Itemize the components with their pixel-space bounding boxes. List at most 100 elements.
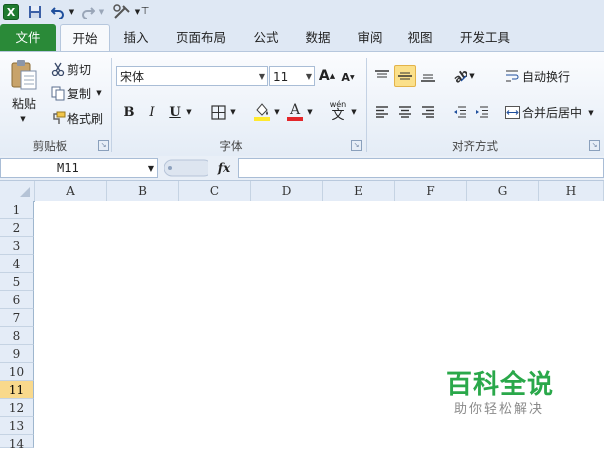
wrap-text-icon[interactable] [504,67,520,85]
borders-dropdown-icon[interactable]: ▼ [229,106,237,118]
bold-button[interactable]: B [120,102,138,122]
customize-icon[interactable] [112,2,132,21]
column-header[interactable]: G [467,181,539,201]
orientation-icon[interactable]: ab [450,65,468,87]
undo-icon[interactable] [50,2,66,21]
font-size-value: 11 [273,70,289,84]
font-color-icon[interactable]: A [285,100,305,122]
ribbon-home: 粘贴 ▼ 剪切 复制 ▼ 格式刷 剪贴板 ↘ 宋体 ▼ 11 ▼ A ▲ A ▼ B… [0,51,604,157]
format-painter-button[interactable]: 格式刷 [67,109,107,127]
redo-icon[interactable] [80,2,96,21]
copy-icon[interactable] [50,85,66,101]
align-middle-icon[interactable] [394,65,416,87]
merge-center-icon[interactable] [504,103,520,121]
orientation-dropdown-icon[interactable]: ▼ [468,70,476,82]
name-box[interactable]: M11 [0,158,158,178]
row-header[interactable]: 5 [0,273,34,291]
tab-formulas[interactable]: 公式 [244,24,288,51]
underline-button[interactable]: U [166,102,184,122]
align-bottom-icon[interactable] [417,65,439,87]
column-header[interactable]: B [107,181,179,201]
name-box-dropdown-icon[interactable]: ▼ [146,162,156,174]
merge-center-dropdown-icon[interactable]: ▼ [587,107,595,119]
more-icon[interactable]: ⊤ [140,2,150,21]
borders-icon[interactable] [208,102,228,122]
formula-bar-divider-icon[interactable] [164,159,208,177]
font-color-dropdown-icon[interactable]: ▼ [306,106,314,118]
row-header-selected[interactable]: 11 [0,381,34,399]
align-center-icon[interactable] [394,101,416,123]
select-all-button[interactable] [0,181,35,201]
fill-color-dropdown-icon[interactable]: ▼ [273,106,281,118]
underline-dropdown-icon[interactable]: ▼ [185,106,193,118]
italic-button[interactable]: I [143,102,161,122]
merge-center-button[interactable]: 合并后居中 [522,103,588,121]
formula-input[interactable] [238,158,604,178]
column-header[interactable]: H [539,181,604,201]
row-header[interactable]: 1 [0,201,34,219]
excel-logo-icon[interactable]: X [2,2,20,21]
cut-icon[interactable] [50,61,66,77]
copy-button[interactable]: 复制 [67,84,95,102]
row-header[interactable]: 4 [0,255,34,273]
column-header[interactable]: E [323,181,395,201]
group-divider [111,58,112,152]
fill-color-icon[interactable] [252,100,272,122]
row-header[interactable]: 14 [0,435,34,451]
phonetic-dropdown-icon[interactable]: ▼ [350,106,358,118]
column-header[interactable]: F [395,181,467,201]
alignment-launcher-icon[interactable]: ↘ [589,140,600,151]
row-header[interactable]: 7 [0,309,34,327]
grow-font-icon[interactable]: A ▲ [318,66,336,86]
watermark-subtitle: 助你轻松解决 [454,402,545,417]
paste-dropdown-icon[interactable]: ▼ [18,113,28,125]
tab-home[interactable]: 开始 [60,24,110,52]
redo-dropdown-icon[interactable]: ▼ [97,2,106,21]
column-header[interactable]: C [179,181,251,201]
font-size-dropdown-icon[interactable]: ▼ [306,67,312,87]
copy-dropdown-icon[interactable]: ▼ [95,88,103,98]
align-left-icon[interactable] [371,101,393,123]
row-header[interactable]: 2 [0,219,34,237]
row-header[interactable]: 9 [0,345,34,363]
tab-insert[interactable]: 插入 [114,24,158,51]
column-header[interactable]: D [251,181,323,201]
cut-button[interactable]: 剪切 [67,60,95,78]
font-group-label: 字体 [219,139,243,153]
row-header[interactable]: 10 [0,363,34,381]
tab-page-layout[interactable]: 页面布局 [168,24,234,51]
formula-bar: M11 ▼ fx [0,156,604,181]
paste-button[interactable]: 粘贴 [8,94,40,112]
align-right-icon[interactable] [417,101,439,123]
font-size-combo[interactable]: 11 ▼ [269,66,315,86]
save-icon[interactable] [26,2,44,21]
row-header[interactable]: 8 [0,327,34,345]
row-header[interactable]: 12 [0,399,34,417]
tab-file[interactable]: 文件 [0,24,56,51]
font-launcher-icon[interactable]: ↘ [351,140,362,151]
paste-icon[interactable] [6,58,42,92]
format-painter-icon[interactable] [50,110,66,126]
font-name-dropdown-icon[interactable]: ▼ [259,67,265,87]
phonetic-guide-icon[interactable]: wén 文 [327,98,349,124]
tab-developer[interactable]: 开发工具 [452,24,518,51]
shrink-font-icon[interactable]: A ▼ [339,68,357,86]
font-name-combo[interactable]: 宋体 ▼ [116,66,268,86]
tab-data[interactable]: 数据 [296,24,340,51]
tab-review[interactable]: 审阅 [348,24,392,51]
watermark-logo: 百科全说 助你轻松解决 [446,364,596,420]
row-header[interactable]: 6 [0,291,34,309]
insert-function-button[interactable]: fx [214,159,234,177]
phonetic-char-icon: 文 [331,107,345,123]
row-header[interactable]: 3 [0,237,34,255]
tab-view[interactable]: 视图 [398,24,442,51]
undo-dropdown-icon[interactable]: ▼ [67,2,76,21]
increase-indent-icon[interactable] [472,101,492,123]
wrap-text-button[interactable]: 自动换行 [522,67,578,85]
row-header[interactable]: 13 [0,417,34,435]
clipboard-launcher-icon[interactable]: ↘ [98,140,109,151]
decrease-indent-icon[interactable] [450,101,470,123]
clipboard-group-label: 剪贴板 [32,139,68,153]
align-top-icon[interactable] [371,65,393,87]
column-header[interactable]: A [35,181,107,201]
